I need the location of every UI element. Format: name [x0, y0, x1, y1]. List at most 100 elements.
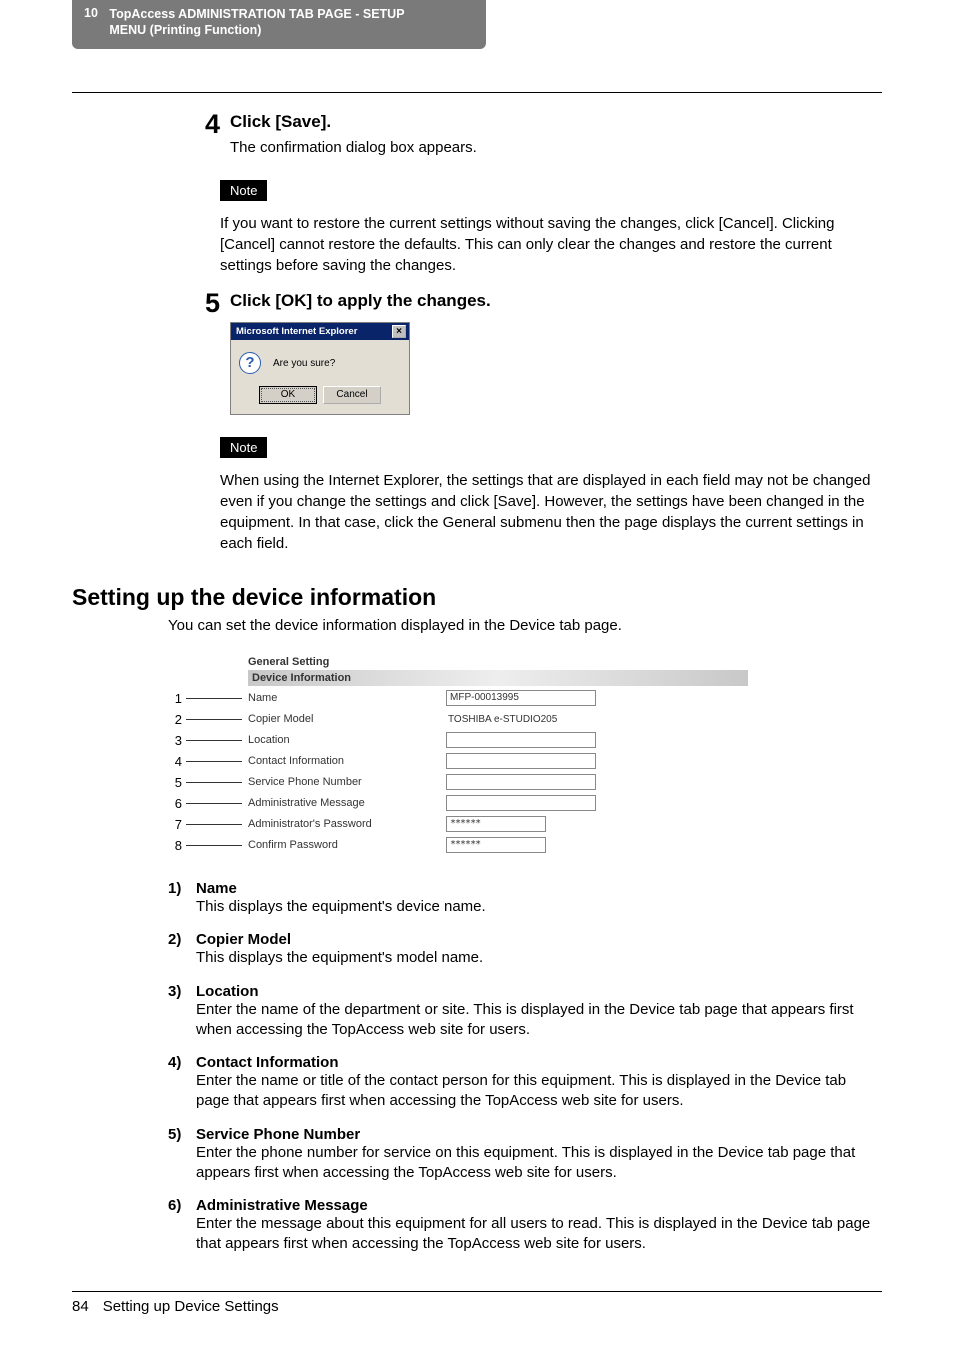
section-intro: You can set the device information displ…	[168, 617, 882, 634]
dialog-buttons: OK Cancel	[239, 386, 401, 404]
step-title: Click [OK] to apply the changes.	[230, 290, 882, 312]
section-heading: Setting up the device information	[72, 584, 882, 611]
panel-heading: General Setting	[248, 656, 758, 668]
callout-line	[186, 740, 242, 741]
chapter-number: 10	[84, 6, 98, 20]
def-body: Copier Model This displays the equipment…	[196, 931, 882, 968]
def-item-name: 1) Name This displays the equipment's de…	[168, 880, 882, 917]
dev-row-location: 3 Location	[168, 731, 758, 749]
field-label: Administrator's Password	[246, 818, 446, 830]
def-num: 1)	[168, 880, 196, 917]
dev-row-contact: 4 Contact Information	[168, 752, 758, 770]
callout-line	[186, 845, 242, 846]
def-num: 6)	[168, 1197, 196, 1255]
cancel-button[interactable]: Cancel	[323, 386, 381, 404]
dev-row-admin-pw: 7 Administrator's Password ******	[168, 815, 758, 833]
def-desc: Enter the phone number for service on th…	[196, 1143, 882, 1184]
callout-line	[186, 719, 242, 720]
dev-row-name: 1 Name MFP-00013995	[168, 689, 758, 707]
location-input[interactable]	[446, 732, 596, 748]
question-icon: ?	[239, 352, 261, 374]
callout-line	[186, 782, 242, 783]
note-text: When using the Internet Explorer, the se…	[220, 470, 882, 554]
def-num: 2)	[168, 931, 196, 968]
close-icon[interactable]: ×	[392, 325, 406, 338]
def-desc: Enter the name or title of the contact p…	[196, 1071, 882, 1112]
footer-title: Setting up Device Settings	[103, 1298, 279, 1315]
field-label: Copier Model	[246, 713, 446, 725]
chapter-tab: 10 TopAccess ADMINISTRATION TAB PAGE - S…	[72, 0, 486, 49]
callout-num: 8	[168, 838, 182, 853]
def-item-contact: 4) Contact Information Enter the name or…	[168, 1054, 882, 1112]
callout-num: 6	[168, 796, 182, 811]
callout-num: 2	[168, 712, 182, 727]
dialog-body: ? Are you sure? OK Cancel	[231, 340, 409, 414]
dev-row-phone: 5 Service Phone Number	[168, 773, 758, 791]
dev-row-copier: 2 Copier Model TOSHIBA e-STUDIO205	[168, 710, 758, 728]
panel-subheading: Device Information	[248, 670, 748, 686]
def-num: 4)	[168, 1054, 196, 1112]
callout-line	[186, 803, 242, 804]
def-num: 5)	[168, 1126, 196, 1184]
device-info-panel: General Setting Device Information 1 Nam…	[168, 656, 758, 854]
field-label: Location	[246, 734, 446, 746]
page-number: 84	[72, 1298, 89, 1315]
def-body: Name This displays the equipment's devic…	[196, 880, 882, 917]
def-term: Location	[196, 983, 882, 1000]
step-4: 4 Click [Save]. The confirmation dialog …	[184, 111, 882, 158]
step-number: 5	[184, 290, 220, 317]
page-footer: 84 Setting up Device Settings	[72, 1291, 882, 1339]
def-item-admin-msg: 6) Administrative Message Enter the mess…	[168, 1197, 882, 1255]
def-body: Location Enter the name of the departmen…	[196, 983, 882, 1041]
step5-note-block: Note When using the Internet Explorer, t…	[220, 415, 882, 554]
top-rule	[72, 92, 882, 93]
callout-line	[186, 824, 242, 825]
callout-num: 3	[168, 733, 182, 748]
dev-row-admin-msg: 6 Administrative Message	[168, 794, 758, 812]
def-term: Contact Information	[196, 1054, 882, 1071]
dialog-titlebar: Microsoft Internet Explorer ×	[231, 323, 409, 340]
def-desc: This displays the equipment's device nam…	[196, 897, 882, 917]
def-desc: Enter the name of the department or site…	[196, 1000, 882, 1041]
confirm-pw-input[interactable]: ******	[446, 837, 546, 853]
step-title: Click [Save].	[230, 111, 882, 133]
admin-msg-input[interactable]	[446, 795, 596, 811]
note-text: If you want to restore the current setti…	[220, 213, 882, 276]
dialog-msgrow: ? Are you sure?	[239, 352, 401, 374]
step-number: 4	[184, 111, 220, 138]
note-badge: Note	[220, 437, 267, 458]
dialog-title: Microsoft Internet Explorer	[236, 326, 357, 337]
phone-input[interactable]	[446, 774, 596, 790]
note-badge: Note	[220, 180, 267, 201]
dev-row-confirm-pw: 8 Confirm Password ******	[168, 836, 758, 854]
callout-num: 4	[168, 754, 182, 769]
ok-button[interactable]: OK	[259, 386, 317, 404]
admin-pw-input[interactable]: ******	[446, 816, 546, 832]
def-item-location: 3) Location Enter the name of the depart…	[168, 983, 882, 1041]
def-term: Copier Model	[196, 931, 882, 948]
def-term: Name	[196, 880, 882, 897]
copier-model-value: TOSHIBA e-STUDIO205	[446, 714, 557, 725]
name-input[interactable]: MFP-00013995	[446, 690, 596, 706]
def-term: Administrative Message	[196, 1197, 882, 1214]
callout-num: 1	[168, 691, 182, 706]
callout-line	[186, 761, 242, 762]
def-body: Contact Information Enter the name or ti…	[196, 1054, 882, 1112]
field-label: Administrative Message	[246, 797, 446, 809]
confirm-dialog: Microsoft Internet Explorer × ? Are you …	[230, 322, 410, 415]
def-body: Administrative Message Enter the message…	[196, 1197, 882, 1255]
def-body: Service Phone Number Enter the phone num…	[196, 1126, 882, 1184]
field-label: Service Phone Number	[246, 776, 446, 788]
callout-num: 7	[168, 817, 182, 832]
def-item-phone: 5) Service Phone Number Enter the phone …	[168, 1126, 882, 1184]
step-content: Click [Save]. The confirmation dialog bo…	[220, 111, 882, 158]
def-num: 3)	[168, 983, 196, 1041]
field-label: Contact Information	[246, 755, 446, 767]
callout-num: 5	[168, 775, 182, 790]
dialog-message: Are you sure?	[273, 358, 335, 369]
step-content: Click [OK] to apply the changes. Microso…	[220, 290, 882, 415]
chapter-title: TopAccess ADMINISTRATION TAB PAGE - SETU…	[109, 6, 404, 39]
field-label: Confirm Password	[246, 839, 446, 851]
contact-input[interactable]	[446, 753, 596, 769]
callout-line	[186, 698, 242, 699]
